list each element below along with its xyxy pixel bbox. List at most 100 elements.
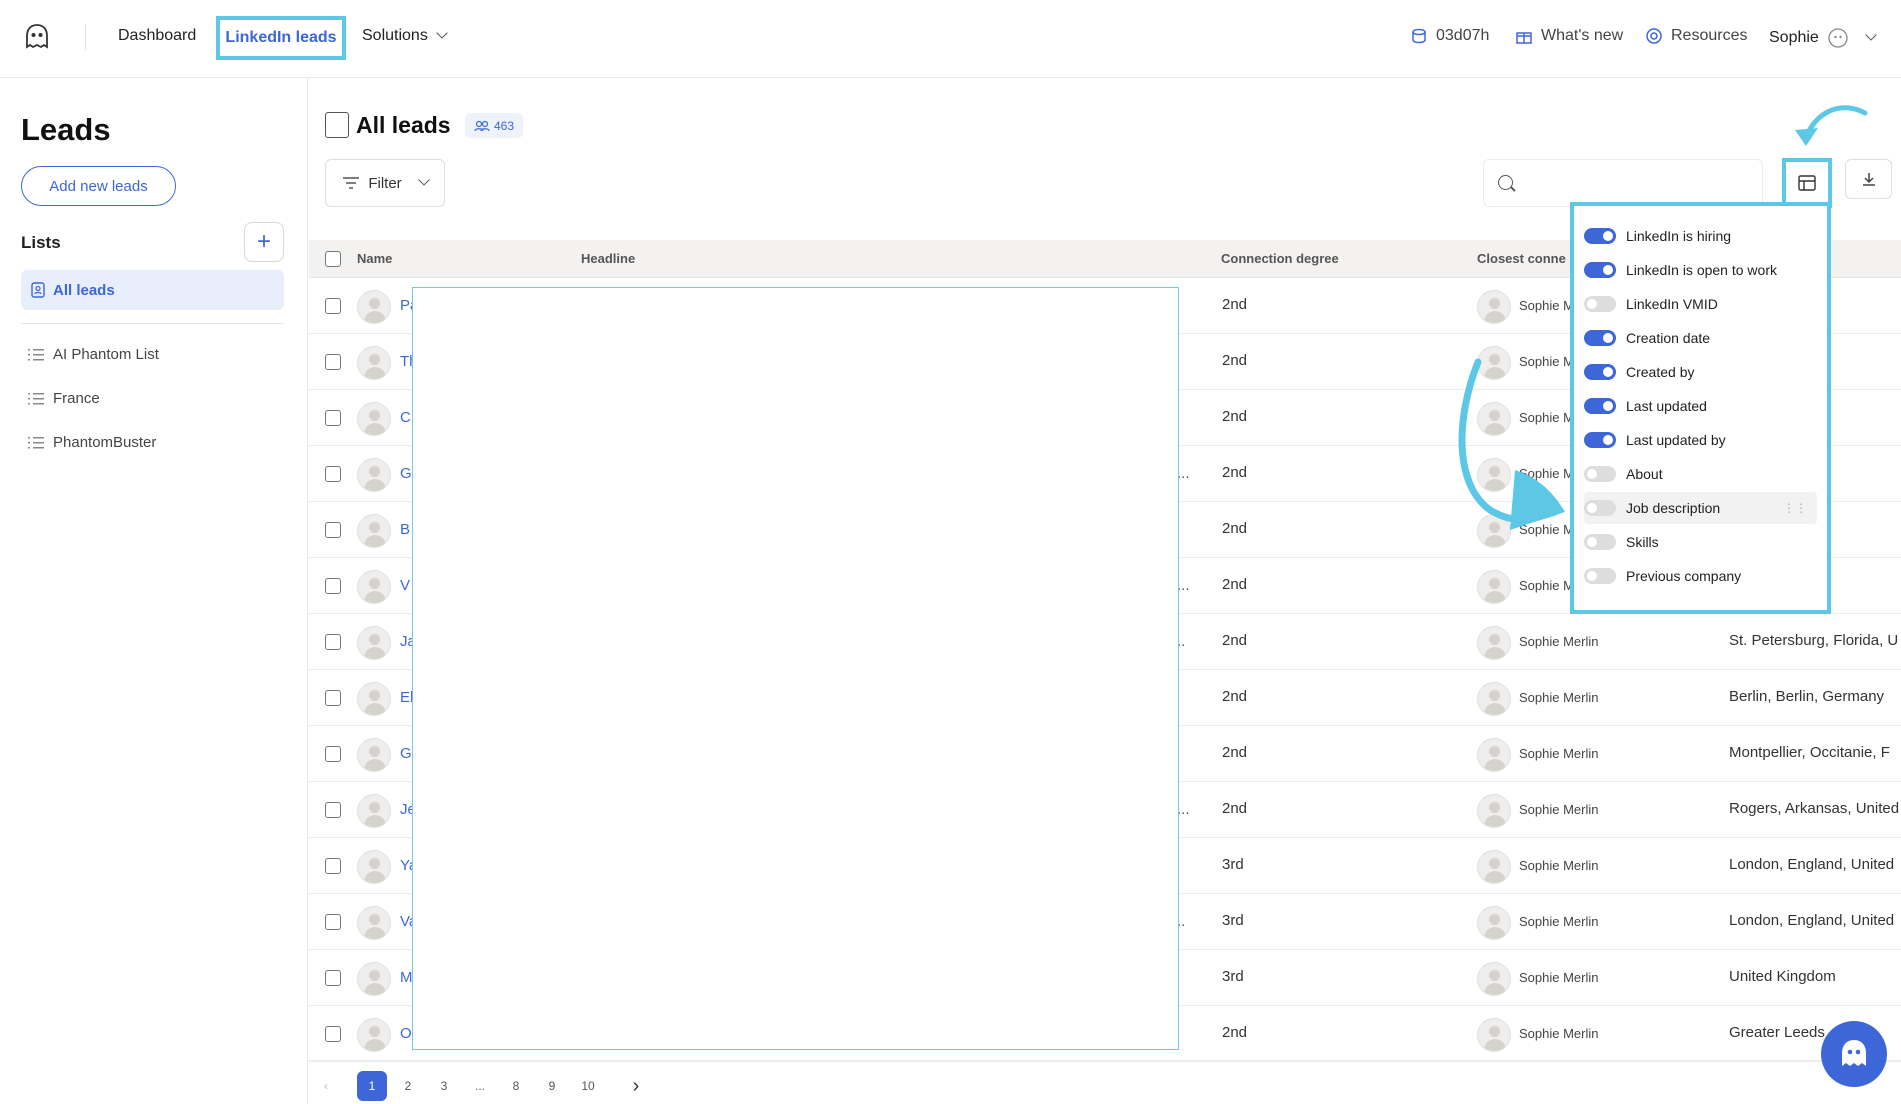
column-header-connection-degree[interactable]: Connection degree xyxy=(1221,251,1339,266)
lead-location: United Kingdom xyxy=(1729,968,1836,985)
toggle-switch[interactable] xyxy=(1584,466,1616,482)
connection-degree: 2nd xyxy=(1222,464,1248,481)
connection-degree: 2nd xyxy=(1222,800,1248,817)
search-icon xyxy=(1498,175,1513,190)
column-header-headline[interactable]: Headline xyxy=(581,251,635,266)
column-option[interactable]: LinkedIn is open to work xyxy=(1584,254,1817,286)
toggle-switch[interactable] xyxy=(1584,296,1616,312)
add-new-leads-button[interactable]: Add new leads xyxy=(21,166,176,206)
column-option-label: About xyxy=(1626,466,1663,482)
row-checkbox[interactable] xyxy=(325,410,341,426)
column-option[interactable]: Created by xyxy=(1584,356,1817,388)
sidebar-item-all-leads[interactable]: All leads xyxy=(21,270,284,310)
column-option[interactable]: About xyxy=(1584,458,1817,490)
row-checkbox[interactable] xyxy=(325,802,341,818)
lead-name[interactable]: G xyxy=(400,745,412,762)
add-list-button[interactable]: + xyxy=(244,222,284,262)
toggle-switch[interactable] xyxy=(1584,568,1616,584)
row-checkbox[interactable] xyxy=(325,858,341,874)
nav-linkedin-leads[interactable]: LinkedIn leads xyxy=(216,16,346,60)
lead-name[interactable]: C xyxy=(400,409,411,426)
column-option[interactable]: Skills xyxy=(1584,526,1817,558)
column-option[interactable]: LinkedIn is hiring xyxy=(1584,220,1817,252)
connection-degree: 2nd xyxy=(1222,576,1248,593)
nav-dashboard[interactable]: Dashboard xyxy=(118,27,196,45)
list-icon xyxy=(28,436,44,449)
closest-connection: Sophie Merlin xyxy=(1519,858,1599,873)
lead-location: Greater Leeds xyxy=(1729,1024,1825,1041)
page-number[interactable]: 2 xyxy=(393,1071,423,1101)
credits-indicator[interactable]: 03d07h xyxy=(1410,27,1489,45)
chat-support-button[interactable] xyxy=(1821,1021,1887,1087)
toggle-switch[interactable] xyxy=(1584,398,1616,414)
column-option[interactable]: Creation date xyxy=(1584,322,1817,354)
toggle-switch[interactable] xyxy=(1584,364,1616,380)
user-avatar-icon xyxy=(1828,28,1848,48)
sidebar-item-france[interactable]: France xyxy=(28,390,100,407)
row-checkbox[interactable] xyxy=(325,746,341,762)
row-checkbox[interactable] xyxy=(325,354,341,370)
toggle-switch[interactable] xyxy=(1584,534,1616,550)
page-number[interactable]: 8 xyxy=(501,1071,531,1101)
row-checkbox[interactable] xyxy=(325,466,341,482)
select-all-checkbox[interactable] xyxy=(325,251,341,267)
sidebar-item-ai-phantom-list[interactable]: AI Phantom List xyxy=(28,346,159,363)
lead-name[interactable]: O xyxy=(400,1025,412,1042)
prev-page-icon[interactable]: ‹ xyxy=(311,1071,341,1101)
toggle-switch[interactable] xyxy=(1584,330,1616,346)
column-option[interactable]: Last updated xyxy=(1584,390,1817,422)
column-header-closest-connection[interactable]: Closest conne xyxy=(1477,251,1566,266)
connection-degree: 2nd xyxy=(1222,1024,1248,1041)
row-checkbox[interactable] xyxy=(325,914,341,930)
column-option-label: Last updated xyxy=(1626,398,1707,414)
connection-avatar xyxy=(1477,906,1511,940)
phantombuster-logo-icon[interactable] xyxy=(22,22,52,52)
row-checkbox[interactable] xyxy=(325,522,341,538)
column-header-name[interactable]: Name xyxy=(357,251,392,266)
list-icon xyxy=(28,348,44,361)
page-number[interactable]: 3 xyxy=(429,1071,459,1101)
next-page-icon[interactable]: › xyxy=(621,1071,651,1101)
row-checkbox[interactable] xyxy=(325,690,341,706)
row-checkbox[interactable] xyxy=(325,298,341,314)
toggle-switch[interactable] xyxy=(1584,432,1616,448)
lead-name[interactable]: M xyxy=(400,969,413,986)
download-button[interactable] xyxy=(1845,159,1892,199)
connection-avatar xyxy=(1477,1018,1511,1052)
column-settings-button[interactable] xyxy=(1782,158,1832,208)
row-checkbox[interactable] xyxy=(325,578,341,594)
list-icon xyxy=(28,392,44,405)
resources-link[interactable]: Resources xyxy=(1645,27,1747,45)
connection-avatar xyxy=(1477,514,1511,548)
column-option[interactable]: Previous company xyxy=(1584,560,1817,592)
whats-new-link[interactable]: What's new xyxy=(1515,27,1623,45)
row-checkbox[interactable] xyxy=(325,970,341,986)
row-checkbox[interactable] xyxy=(325,634,341,650)
filter-button[interactable]: Filter xyxy=(325,159,445,207)
toggle-switch[interactable] xyxy=(1584,500,1616,516)
nav-divider xyxy=(85,24,86,50)
search-input[interactable] xyxy=(1483,159,1763,207)
nav-solutions[interactable]: Solutions xyxy=(362,27,448,45)
contact-card-icon xyxy=(325,112,349,138)
row-checkbox[interactable] xyxy=(325,1026,341,1042)
page-number[interactable]: 10 xyxy=(573,1071,603,1101)
lead-location: Montpellier, Occitanie, F xyxy=(1729,744,1890,761)
toggle-switch[interactable] xyxy=(1584,262,1616,278)
lead-avatar xyxy=(357,850,391,884)
page-number[interactable]: 1 xyxy=(357,1071,387,1101)
user-menu[interactable]: Sophie xyxy=(1769,27,1877,49)
contact-card-icon xyxy=(31,282,45,298)
lead-name[interactable]: G xyxy=(400,465,412,482)
column-option[interactable]: LinkedIn VMID xyxy=(1584,288,1817,320)
toggle-switch[interactable] xyxy=(1584,228,1616,244)
page-number[interactable]: ... xyxy=(465,1071,495,1101)
column-option[interactable]: Job description ⋮⋮ xyxy=(1584,492,1817,524)
lead-name[interactable]: B xyxy=(400,521,410,538)
page-number[interactable]: 9 xyxy=(537,1071,567,1101)
sidebar-item-phantombuster[interactable]: PhantomBuster xyxy=(28,434,156,451)
column-option[interactable]: Last updated by xyxy=(1584,424,1817,456)
page-title: All leads xyxy=(356,112,451,138)
drag-handle-icon[interactable]: ⋮⋮ xyxy=(1783,501,1807,515)
lead-name[interactable]: V xyxy=(400,577,410,594)
